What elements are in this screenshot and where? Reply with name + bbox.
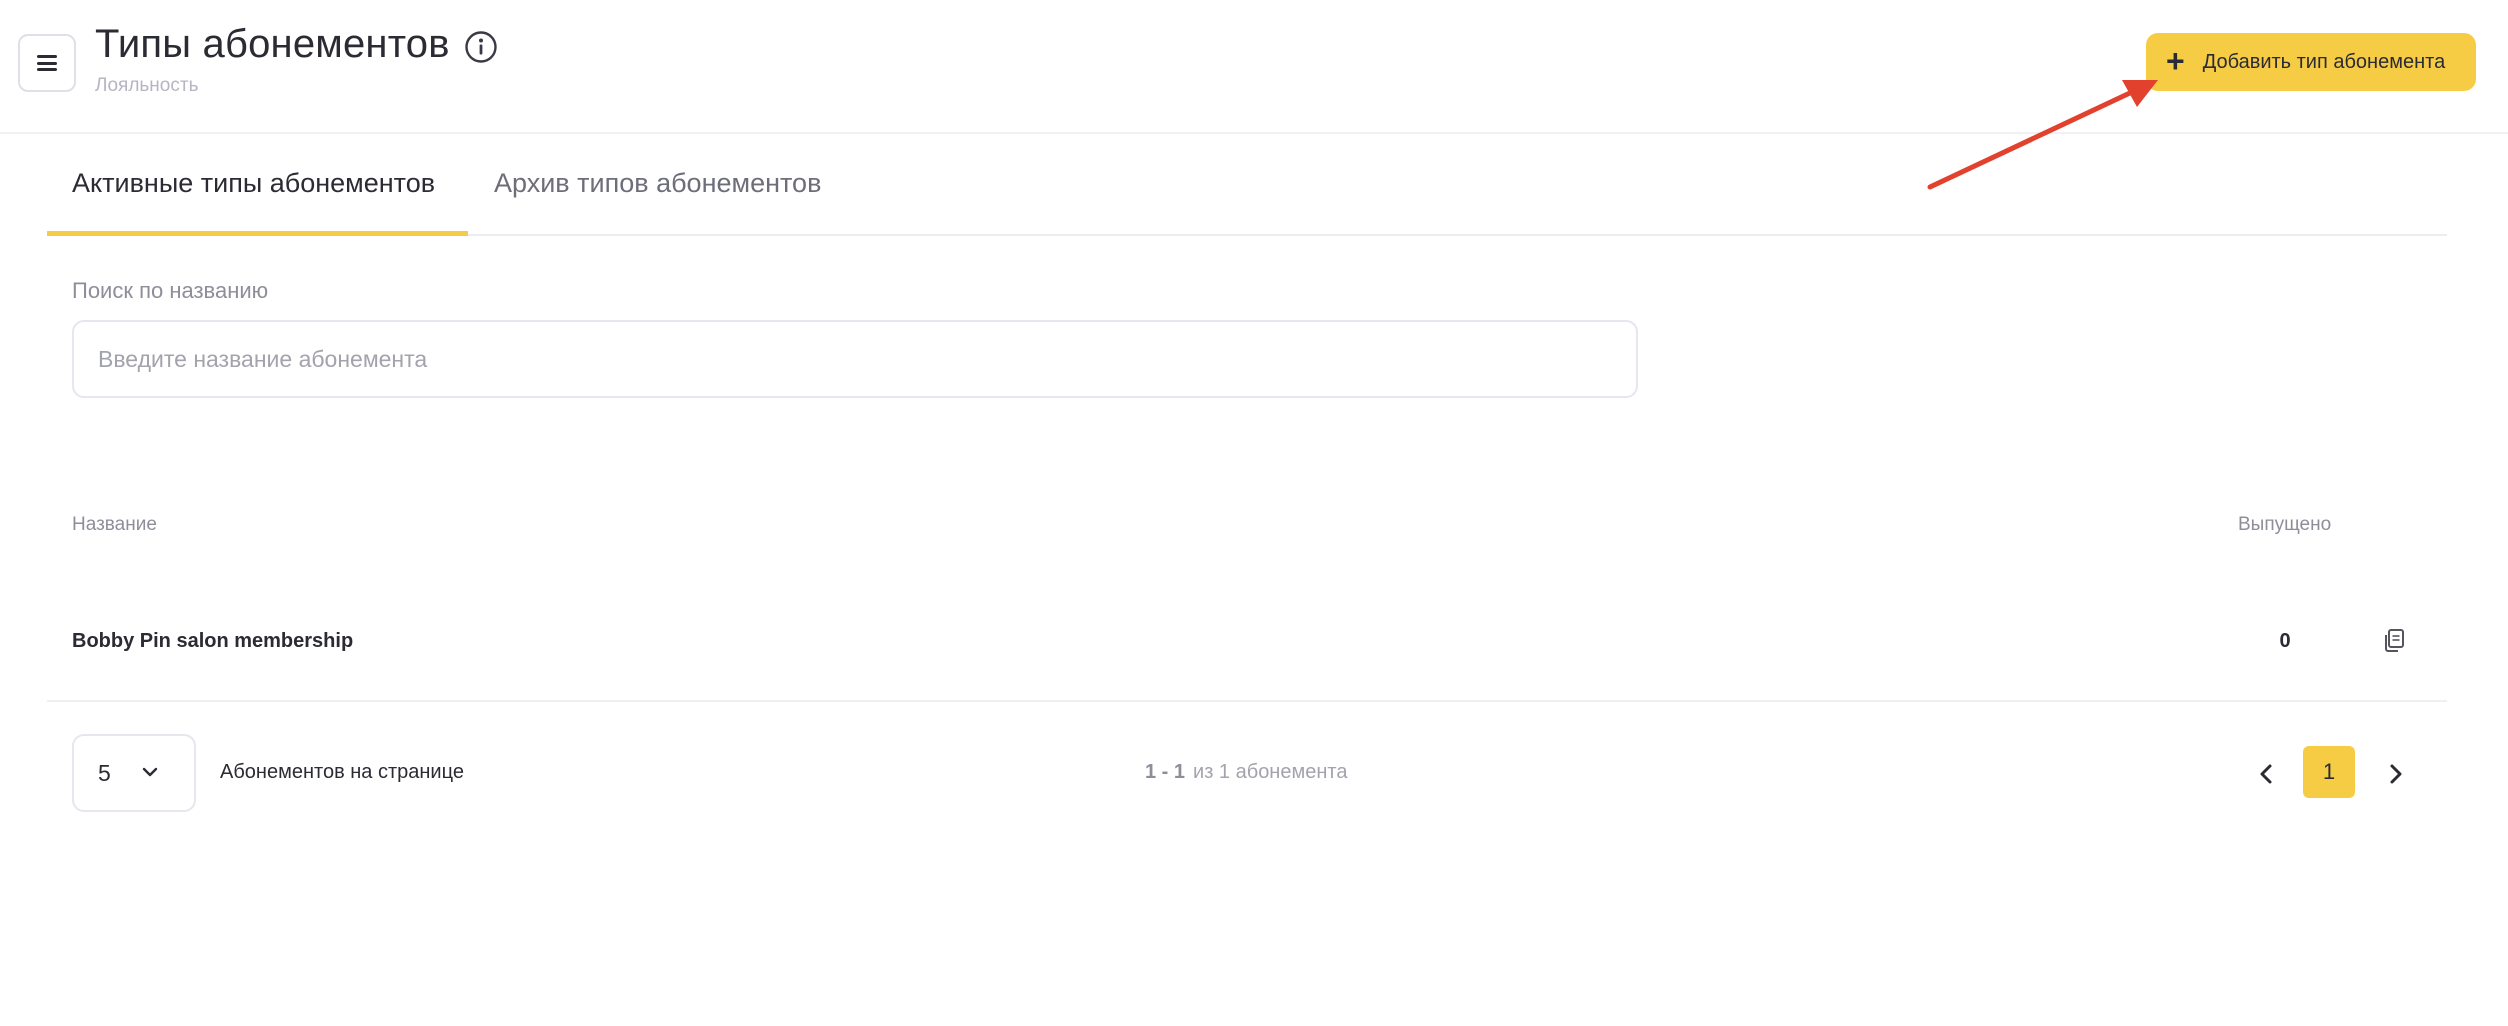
page-size-value: 5 [98, 759, 111, 786]
search-label: Поиск по названию [72, 278, 269, 303]
tab-active-types[interactable]: Активные типы абонементов [47, 152, 468, 236]
tab-archive-types[interactable]: Архив типов абонементов [494, 152, 874, 236]
page-size-label: Абонементов на странице [220, 761, 464, 783]
breadcrumb[interactable]: Лояльность [95, 75, 198, 97]
search-input[interactable] [72, 320, 1638, 398]
pagination-total: из 1 абонемента [1193, 761, 1348, 783]
menu-button[interactable] [18, 34, 76, 92]
column-header-issued: Выпущено [2238, 514, 2332, 535]
page-header: Типы абонементов Лояльность + Добавить т… [0, 0, 2508, 134]
page-title: Типы абонементов [95, 22, 450, 66]
add-membership-type-label: Добавить тип абонемента [2202, 50, 2446, 73]
copy-icon[interactable] [2382, 628, 2406, 654]
plus-icon: + [2166, 42, 2185, 79]
membership-name: Bobby Pin salon membership [72, 630, 354, 652]
column-header-name: Название [72, 514, 157, 535]
page-size-select[interactable]: 5 [72, 734, 196, 812]
pagination-range-value: 1 - 1 [1145, 761, 1186, 783]
chevron-down-icon [142, 767, 158, 777]
chevron-right-icon[interactable] [2378, 757, 2412, 791]
pagination-range: 1 - 1 из 1 абонемента [1145, 761, 1347, 784]
chevron-left-icon[interactable] [2250, 757, 2284, 791]
table-row[interactable]: Bobby Pin salon membership 0 [47, 580, 2447, 702]
info-icon[interactable] [464, 30, 498, 64]
hamburger-menu-icon [37, 55, 57, 71]
membership-issued-count: 0 [2279, 630, 2291, 652]
tabs-bar: Активные типы абонементов Архив типов аб… [47, 152, 2447, 236]
add-membership-type-button[interactable]: + Добавить тип абонемента [2146, 33, 2476, 91]
page-button-current[interactable]: 1 [2303, 746, 2355, 798]
